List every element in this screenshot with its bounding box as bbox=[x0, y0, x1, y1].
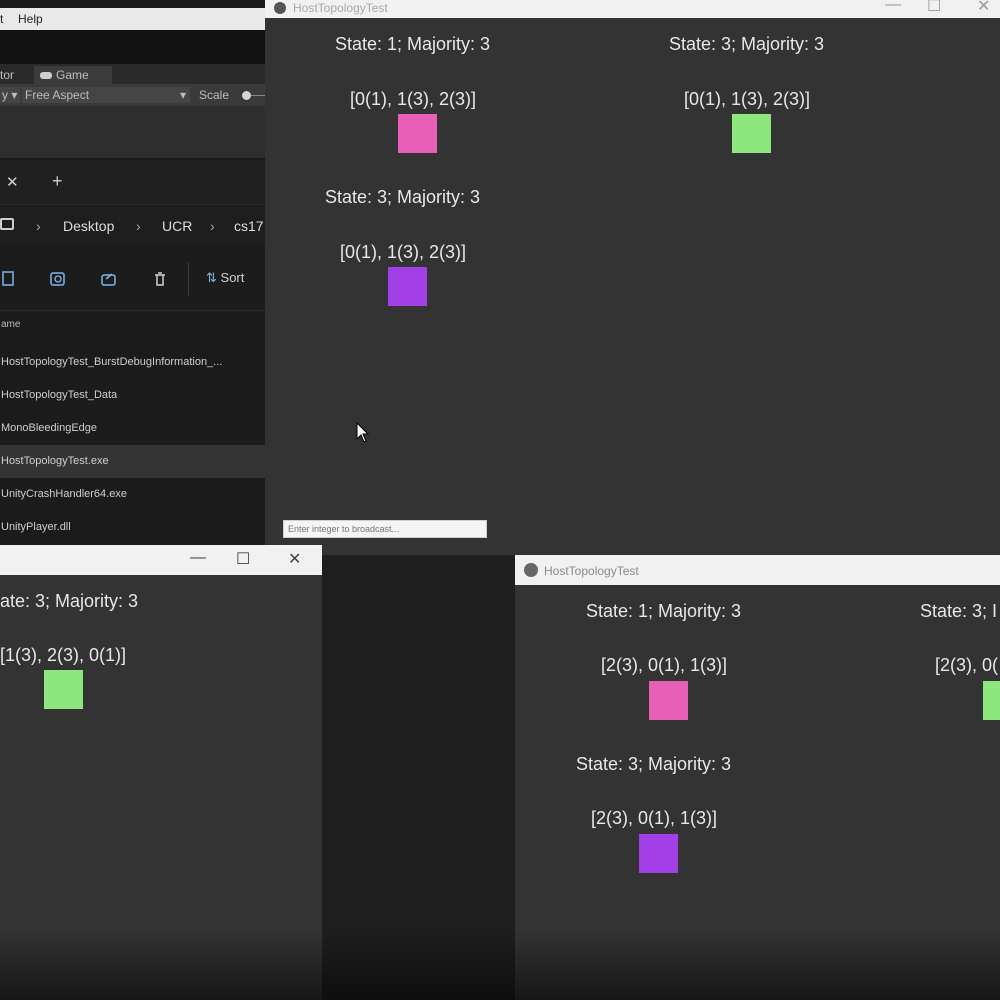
list-item[interactable]: HostTopologyTest_BurstDebugInformation_.… bbox=[0, 346, 265, 379]
game-window-left: — ☐ ✕ ate: 3; Majority: 3 [1(3), 2(3), 0… bbox=[0, 545, 322, 1000]
list-item[interactable]: UnityCrashHandler64.exe bbox=[0, 478, 265, 511]
node-peer-list: [1(3), 2(3), 0(1)] bbox=[0, 645, 127, 665]
game-window-right: HostTopologyTest State: 1; Majority: 3 [… bbox=[515, 555, 1000, 1000]
game-view-area bbox=[0, 106, 265, 158]
minimize-icon[interactable]: — bbox=[885, 0, 901, 14]
node-state-label: State: 3; Majority: 3 bbox=[325, 187, 481, 207]
list-item-selected[interactable]: HostTopologyTest.exe bbox=[0, 445, 265, 478]
slider-knob-icon bbox=[242, 91, 251, 100]
menu-item-help[interactable]: Help bbox=[18, 12, 43, 26]
node-state-label: State: 3; I bbox=[920, 601, 998, 621]
node-color-square bbox=[44, 670, 83, 709]
gamepad-icon bbox=[40, 72, 52, 80]
tab-inspector[interactable]: tor bbox=[0, 66, 14, 84]
node-state-label: State: 3; Majority: 3 bbox=[576, 754, 732, 774]
node-state-label: ate: 3; Majority: 3 bbox=[0, 591, 139, 611]
close-tab-icon[interactable]: ✕ bbox=[6, 173, 19, 191]
display-value: y bbox=[2, 88, 8, 102]
node-state-label: State: 1; Majority: 3 bbox=[335, 34, 491, 54]
unity-logo-icon bbox=[524, 563, 538, 577]
window-title: HostTopologyTest bbox=[293, 1, 388, 15]
node-color-square bbox=[649, 681, 688, 720]
game-view-toolbar: y ▾ Free Aspect ▾ Scale bbox=[0, 84, 265, 106]
chevron-right-icon: › bbox=[210, 218, 215, 234]
tab-game-label: Game bbox=[56, 68, 89, 82]
column-header-name[interactable]: ame bbox=[0, 308, 265, 341]
share-icon[interactable] bbox=[100, 270, 118, 288]
window-title-bar[interactable]: HostTopologyTest bbox=[515, 555, 1000, 585]
game-window-top: HostTopologyTest — ☐ ✕ State: 1; Majorit… bbox=[265, 0, 1000, 555]
desktop-background bbox=[322, 555, 515, 1000]
tab-game[interactable]: Game bbox=[34, 66, 112, 84]
toolbar-divider bbox=[188, 262, 189, 296]
node-peer-list: [0(1), 1(3), 2(3)] bbox=[340, 242, 467, 262]
node-peer-list: [2(3), 0(1), 1(3)] bbox=[591, 808, 718, 828]
editor-tab-strip: tor Game bbox=[0, 64, 265, 84]
delete-icon[interactable] bbox=[151, 270, 169, 288]
menu-item-edit[interactable]: t bbox=[0, 12, 3, 26]
aspect-dropdown[interactable]: Free Aspect ▾ bbox=[22, 87, 190, 103]
breadcrumb-ucr[interactable]: UCR bbox=[162, 218, 192, 234]
file-explorer-window: ✕ + › Desktop › UCR › cs17 ⇅ Sort ame Ho… bbox=[0, 160, 265, 548]
breadcrumb: › Desktop › UCR › cs17 bbox=[0, 206, 265, 246]
broadcast-input[interactable] bbox=[283, 520, 487, 538]
list-item[interactable]: HostTopologyTest_Data bbox=[0, 379, 265, 412]
chevron-down-icon: ▾ bbox=[179, 88, 186, 102]
maximize-icon[interactable]: ☐ bbox=[927, 0, 941, 16]
node-color-square bbox=[732, 114, 771, 153]
minimize-icon[interactable]: — bbox=[190, 549, 206, 567]
node-color-square bbox=[398, 114, 437, 153]
new-tab-button[interactable]: + bbox=[52, 171, 63, 192]
close-icon[interactable]: ✕ bbox=[977, 0, 990, 16]
display-dropdown[interactable]: y ▾ bbox=[0, 87, 20, 103]
window-title-bar[interactable]: HostTopologyTest — ☐ ✕ bbox=[265, 0, 1000, 18]
node-state-label: State: 1; Majority: 3 bbox=[586, 601, 742, 621]
editor-toolbar bbox=[0, 30, 265, 64]
aspect-value: Free Aspect bbox=[25, 88, 90, 102]
close-icon[interactable]: ✕ bbox=[288, 549, 301, 569]
computer-icon[interactable] bbox=[0, 218, 14, 230]
scale-slider[interactable] bbox=[240, 87, 265, 103]
breadcrumb-cs17[interactable]: cs17 bbox=[234, 218, 264, 234]
chevron-right-icon: › bbox=[36, 218, 41, 234]
explorer-command-bar: ⇅ Sort bbox=[0, 248, 265, 311]
window-title-bar[interactable]: — ☐ ✕ bbox=[0, 545, 322, 575]
scale-label: Scale bbox=[199, 88, 230, 102]
node-peer-list: [2(3), 0(1), 1(3)] bbox=[601, 655, 728, 675]
node-peer-list: [0(1), 1(3), 2(3)] bbox=[684, 89, 811, 109]
sort-icon: ⇅ bbox=[206, 270, 217, 285]
window-title: HostTopologyTest bbox=[544, 564, 639, 578]
copy-icon[interactable] bbox=[0, 270, 18, 288]
sort-label: Sort bbox=[220, 270, 245, 285]
breadcrumb-desktop[interactable]: Desktop bbox=[63, 218, 114, 234]
sort-button[interactable]: ⇅ Sort bbox=[206, 270, 244, 286]
mouse-cursor-icon bbox=[356, 421, 370, 449]
chevron-right-icon: › bbox=[136, 218, 141, 234]
node-color-square bbox=[983, 681, 1000, 720]
list-item[interactable]: MonoBleedingEdge bbox=[0, 412, 265, 445]
node-color-square bbox=[639, 834, 678, 873]
paste-icon[interactable] bbox=[49, 270, 67, 288]
node-peer-list: [2(3), 0( bbox=[935, 655, 999, 675]
unity-logo-icon bbox=[274, 2, 286, 14]
menu-bar: t Help bbox=[0, 8, 265, 30]
node-state-label: State: 3; Majority: 3 bbox=[669, 34, 825, 54]
list-item[interactable]: UnityPlayer.dll bbox=[0, 511, 265, 544]
node-peer-list: [0(1), 1(3), 2(3)] bbox=[350, 89, 477, 109]
node-color-square bbox=[388, 267, 427, 306]
maximize-icon[interactable]: ☐ bbox=[236, 549, 250, 569]
explorer-tab-bar: ✕ + bbox=[0, 160, 265, 205]
